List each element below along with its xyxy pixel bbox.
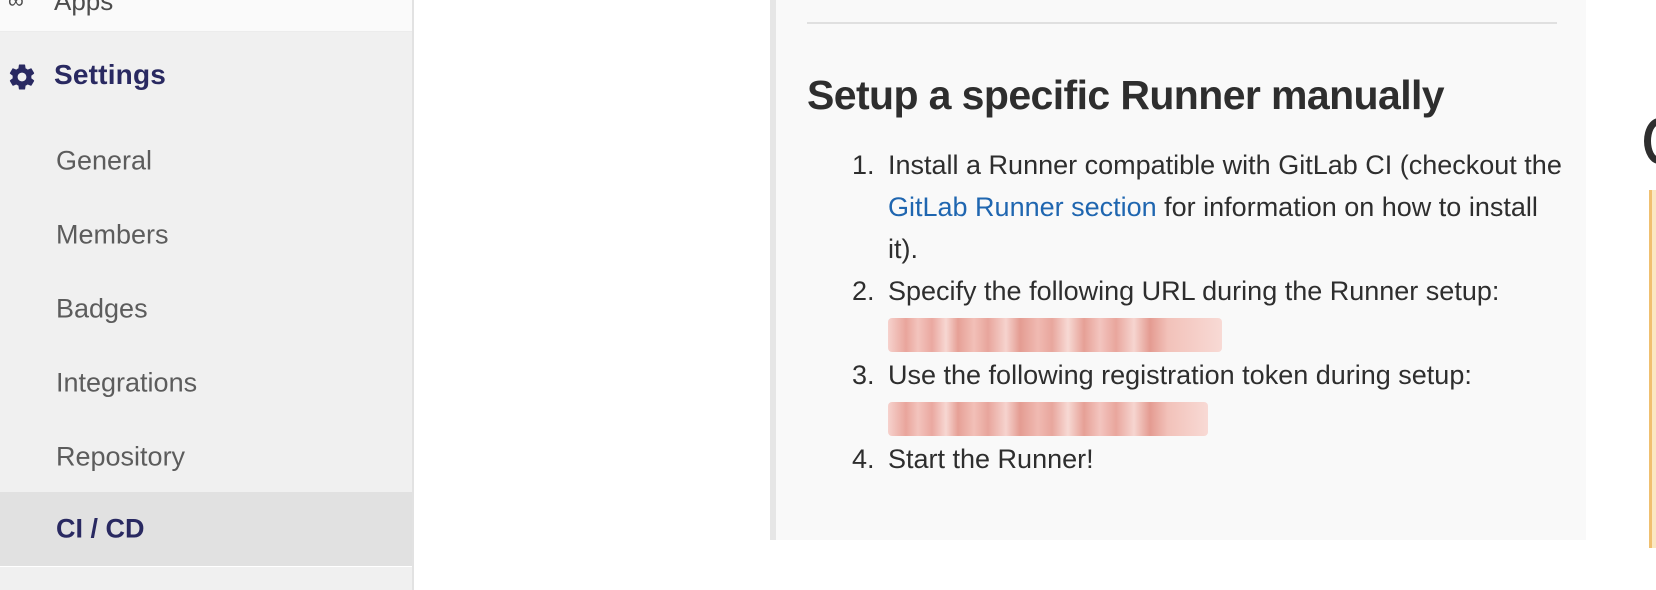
- sidebar-item-ci-cd[interactable]: CI / CD: [0, 492, 412, 566]
- apps-icon: ∞: [8, 0, 24, 13]
- section-title: Setup a specific Runner manually: [807, 72, 1445, 118]
- step-number: 1.: [852, 150, 875, 180]
- step-number: 3.: [852, 360, 875, 390]
- gitlab-runner-section-link[interactable]: GitLab Runner section: [888, 192, 1157, 222]
- sidebar-item-label: General: [56, 145, 153, 176]
- section-divider: [807, 22, 1557, 24]
- sidebar-item-general[interactable]: General: [0, 124, 412, 198]
- sidebar-item-label: Members: [56, 219, 169, 250]
- runner-url-code-redacted[interactable]: [888, 317, 1222, 352]
- sidebar-item-label: Integrations: [56, 367, 198, 398]
- step-number: 4.: [852, 444, 875, 474]
- page: ∞ Apps Settings General Members Badges I…: [0, 0, 1656, 590]
- step-text: Install a Runner compatible with GitLab …: [888, 150, 1562, 180]
- registration-token-code-redacted[interactable]: [888, 401, 1208, 436]
- sidebar-item-previous[interactable]: ∞ Apps: [0, 0, 412, 32]
- sidebar-item-label: CI / CD: [56, 513, 145, 544]
- sidebar-item-previous-label: Apps: [54, 0, 114, 16]
- setup-steps-list: 1. Install a Runner compatible with GitL…: [852, 144, 1572, 480]
- clipped-right-warning-box: [1649, 190, 1656, 548]
- sidebar-item-integrations[interactable]: Integrations: [0, 346, 412, 420]
- setup-step-4: 4. Start the Runner!: [852, 438, 1572, 480]
- settings-sidebar: ∞ Apps Settings General Members Badges I…: [0, 0, 414, 590]
- setup-step-2: 2. Specify the following URL during the …: [852, 270, 1572, 354]
- sidebar-item-label: Badges: [56, 293, 148, 324]
- sidebar-item-members[interactable]: Members: [0, 198, 412, 272]
- gear-icon: [9, 64, 35, 90]
- sidebar-item-badges[interactable]: Badges: [0, 272, 412, 346]
- sidebar-next-item[interactable]: [0, 566, 412, 590]
- runner-setup-panel: Setup a specific Runner manually 1. Inst…: [770, 0, 1586, 540]
- step-text: Specify the following URL during the Run…: [888, 276, 1500, 306]
- step-text: Use the following registration token dur…: [888, 360, 1472, 390]
- sidebar-item-label: Repository: [56, 441, 186, 472]
- setup-step-1: 1. Install a Runner compatible with GitL…: [852, 144, 1572, 270]
- sidebar-item-repository[interactable]: Repository: [0, 420, 412, 494]
- sidebar-item-settings-label: Settings: [54, 59, 167, 90]
- setup-step-3: 3. Use the following registration token …: [852, 354, 1572, 438]
- step-text: Start the Runner!: [888, 444, 1094, 474]
- clipped-right-heading-glyph: [1644, 118, 1656, 164]
- sidebar-item-settings[interactable]: Settings: [0, 32, 412, 124]
- step-number: 2.: [852, 276, 875, 306]
